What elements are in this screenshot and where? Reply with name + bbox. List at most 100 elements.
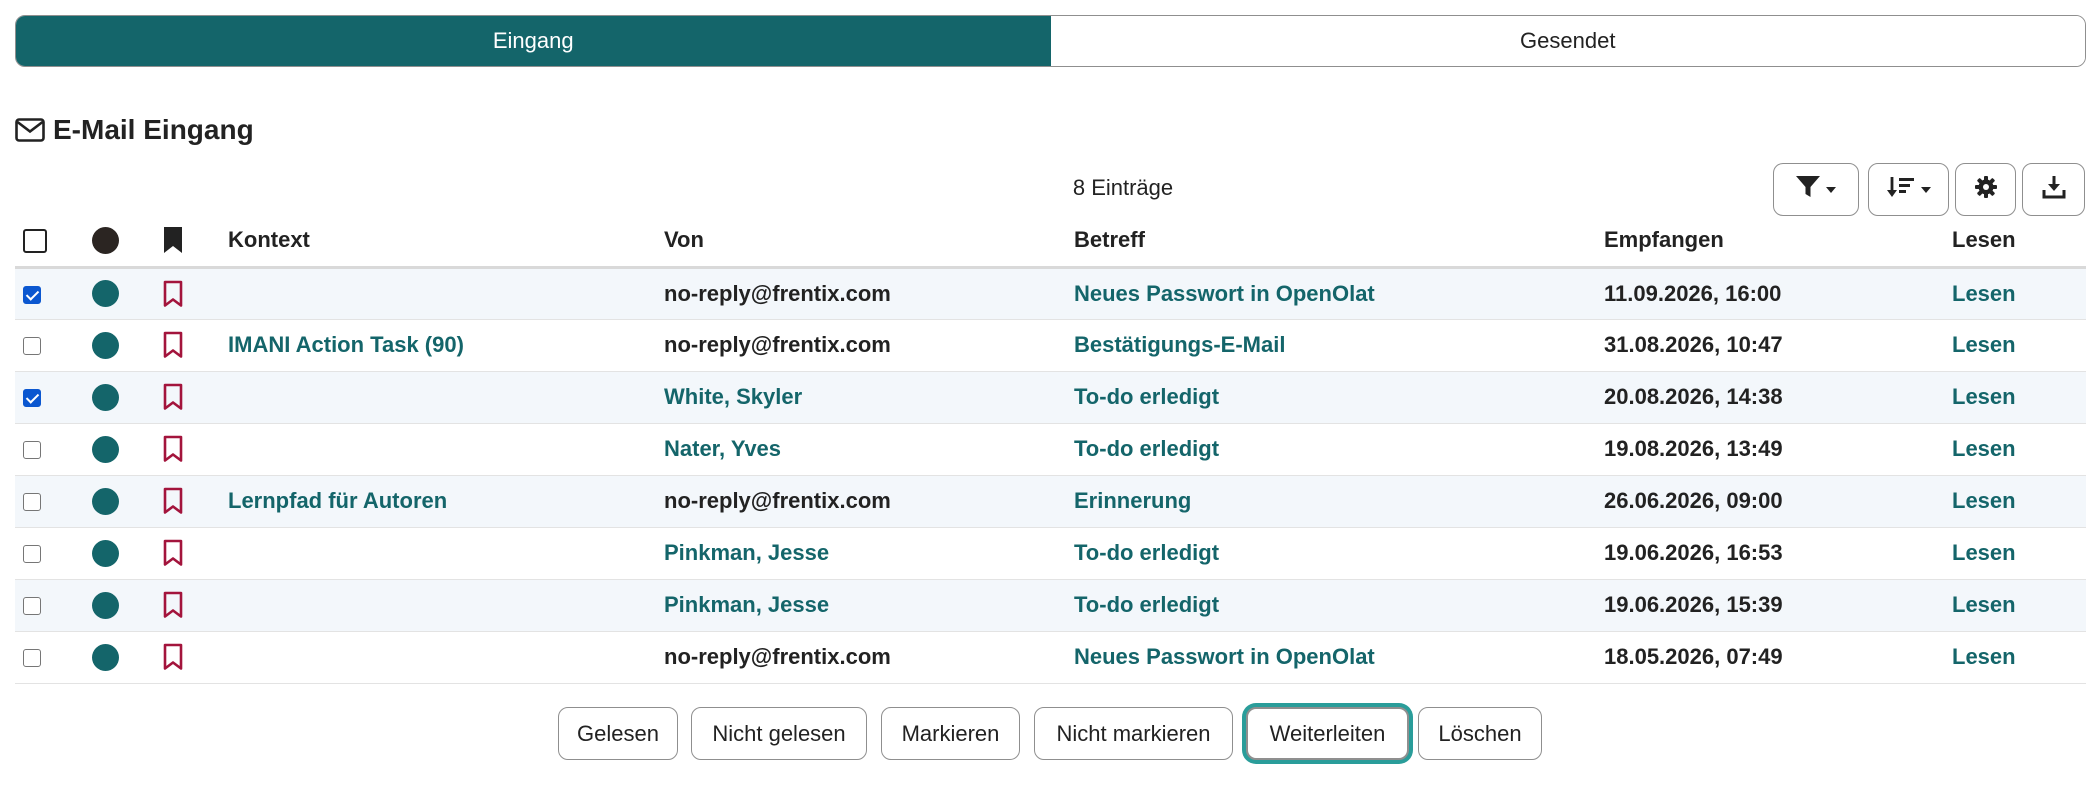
read-link[interactable]: Lesen	[1952, 332, 2016, 357]
unbookmark-button[interactable]: Nicht markieren	[1034, 707, 1233, 760]
read-link[interactable]: Lesen	[1952, 540, 2016, 565]
received-date: 19.06.2026, 16:53	[1604, 540, 1783, 565]
unread-status-icon[interactable]	[92, 280, 119, 308]
subject-link[interactable]: To-do erledigt	[1074, 540, 1219, 565]
unread-status-icon[interactable]	[92, 383, 119, 411]
bookmark-button[interactable]: Markieren	[881, 707, 1020, 760]
row-subject-cell: Bestätigungs-E-Mail	[1074, 319, 1604, 372]
read-link[interactable]: Lesen	[1952, 384, 2016, 409]
sender[interactable]: White, Skyler	[664, 384, 802, 409]
row-context-cell	[228, 579, 664, 632]
bookmark-outline-icon[interactable]	[163, 383, 228, 411]
row-checkbox[interactable]	[23, 389, 41, 408]
subject-link[interactable]: To-do erledigt	[1074, 384, 1219, 409]
filter-button[interactable]	[1773, 163, 1859, 216]
settings-button[interactable]	[1955, 163, 2016, 216]
table-row: Lernpfad für Autoren no-reply@frentix.com…	[15, 475, 2086, 528]
unread-status-icon	[92, 227, 119, 255]
unread-status-icon[interactable]	[92, 487, 119, 515]
bookmark-outline-icon[interactable]	[163, 435, 228, 463]
header-received[interactable]: Empfangen	[1604, 215, 1952, 269]
table-header-row: Kontext Von Betreff Empfangen Lesen	[15, 215, 2086, 269]
subject-link[interactable]: Neues Passwort in OpenOlat	[1074, 644, 1375, 669]
row-status-cell	[90, 475, 163, 528]
table-row: White, Skyler To-do erledigt 20.08.2026, 1…	[15, 371, 2086, 424]
row-checkbox[interactable]	[23, 337, 41, 356]
row-checkbox[interactable]	[23, 597, 41, 616]
bookmark-outline-icon[interactable]	[163, 280, 228, 308]
download-icon	[2042, 175, 2066, 204]
tab-sent[interactable]: Gesendet	[1050, 16, 2085, 66]
row-read-cell: Lesen	[1952, 631, 2086, 684]
subject-link[interactable]: To-do erledigt	[1074, 436, 1219, 461]
context-link[interactable]: Lernpfad für Autoren	[228, 488, 447, 513]
row-checkbox[interactable]	[23, 649, 41, 668]
subject-link[interactable]: Bestätigungs-E-Mail	[1074, 332, 1285, 357]
row-received-cell: 19.06.2026, 15:39	[1604, 579, 1952, 632]
row-received-cell: 31.08.2026, 10:47	[1604, 319, 1952, 372]
subject-link[interactable]: Erinnerung	[1074, 488, 1191, 513]
received-date: 20.08.2026, 14:38	[1604, 384, 1783, 409]
row-subject-cell: To-do erledigt	[1074, 371, 1604, 424]
unread-status-icon[interactable]	[92, 643, 119, 671]
mark-unread-button[interactable]: Nicht gelesen	[691, 707, 867, 760]
unread-status-icon[interactable]	[92, 331, 119, 359]
read-link[interactable]: Lesen	[1952, 592, 2016, 617]
bookmark-outline-icon[interactable]	[163, 539, 228, 567]
unread-status-icon[interactable]	[92, 435, 119, 463]
row-checkbox[interactable]	[23, 493, 41, 512]
row-checkbox[interactable]	[23, 441, 41, 460]
bookmark-outline-icon[interactable]	[163, 331, 228, 359]
sender: no-reply@frentix.com	[664, 280, 891, 306]
row-select-cell	[15, 371, 90, 424]
row-status-cell	[90, 423, 163, 476]
header-from[interactable]: Von	[664, 215, 1074, 269]
table-row: Nater, Yves To-do erledigt 19.08.2026, 13:…	[15, 423, 2086, 476]
table-row: no-reply@frentix.com Neues Passwort in Op…	[15, 631, 2086, 684]
subject-link[interactable]: Neues Passwort in OpenOlat	[1074, 281, 1375, 306]
row-received-cell: 19.06.2026, 16:53	[1604, 527, 1952, 580]
download-button[interactable]	[2022, 163, 2085, 216]
header-select-all-cell	[15, 215, 90, 269]
tab-inbox[interactable]: Eingang	[16, 16, 1051, 66]
row-bookmark-cell	[163, 579, 228, 632]
row-select-cell	[15, 475, 90, 528]
row-checkbox[interactable]	[23, 285, 41, 304]
row-bookmark-cell	[163, 267, 228, 320]
read-link[interactable]: Lesen	[1952, 644, 2016, 669]
sender[interactable]: Pinkman, Jesse	[664, 592, 829, 617]
row-received-cell: 11.09.2026, 16:00	[1604, 267, 1952, 320]
sort-button[interactable]	[1868, 163, 1949, 216]
read-link[interactable]: Lesen	[1952, 281, 2016, 306]
bookmark-outline-icon[interactable]	[163, 487, 228, 515]
select-all-checkbox[interactable]	[23, 229, 47, 254]
row-from-cell: Pinkman, Jesse	[664, 579, 1074, 632]
row-bookmark-cell	[163, 475, 228, 528]
received-date: 19.08.2026, 13:49	[1604, 436, 1783, 461]
header-context[interactable]: Kontext	[228, 215, 664, 269]
delete-button[interactable]: Löschen	[1418, 707, 1542, 760]
row-checkbox[interactable]	[23, 545, 41, 564]
sender[interactable]: Pinkman, Jesse	[664, 540, 829, 565]
read-link[interactable]: Lesen	[1952, 436, 2016, 461]
row-subject-cell: Neues Passwort in OpenOlat	[1074, 631, 1604, 684]
mark-read-button[interactable]: Gelesen	[558, 707, 678, 760]
filter-icon	[1795, 175, 1821, 204]
row-context-cell	[228, 423, 664, 476]
mailbox-tabs: Eingang Gesendet	[15, 15, 2086, 67]
row-subject-cell: Neues Passwort in OpenOlat	[1074, 267, 1604, 320]
received-date: 26.06.2026, 09:00	[1604, 488, 1783, 513]
row-read-cell: Lesen	[1952, 423, 2086, 476]
sender[interactable]: Nater, Yves	[664, 436, 781, 461]
read-link[interactable]: Lesen	[1952, 488, 2016, 513]
forward-button[interactable]: Weiterleiten	[1246, 707, 1409, 760]
unread-status-icon[interactable]	[92, 539, 119, 567]
sender: no-reply@frentix.com	[664, 332, 891, 357]
subject-link[interactable]: To-do erledigt	[1074, 592, 1219, 617]
row-select-cell	[15, 267, 90, 320]
bookmark-outline-icon[interactable]	[163, 643, 228, 671]
header-subject[interactable]: Betreff	[1074, 215, 1604, 269]
context-link[interactable]: IMANI Action Task (90)	[228, 332, 464, 357]
unread-status-icon[interactable]	[92, 591, 119, 619]
bookmark-outline-icon[interactable]	[163, 591, 228, 619]
